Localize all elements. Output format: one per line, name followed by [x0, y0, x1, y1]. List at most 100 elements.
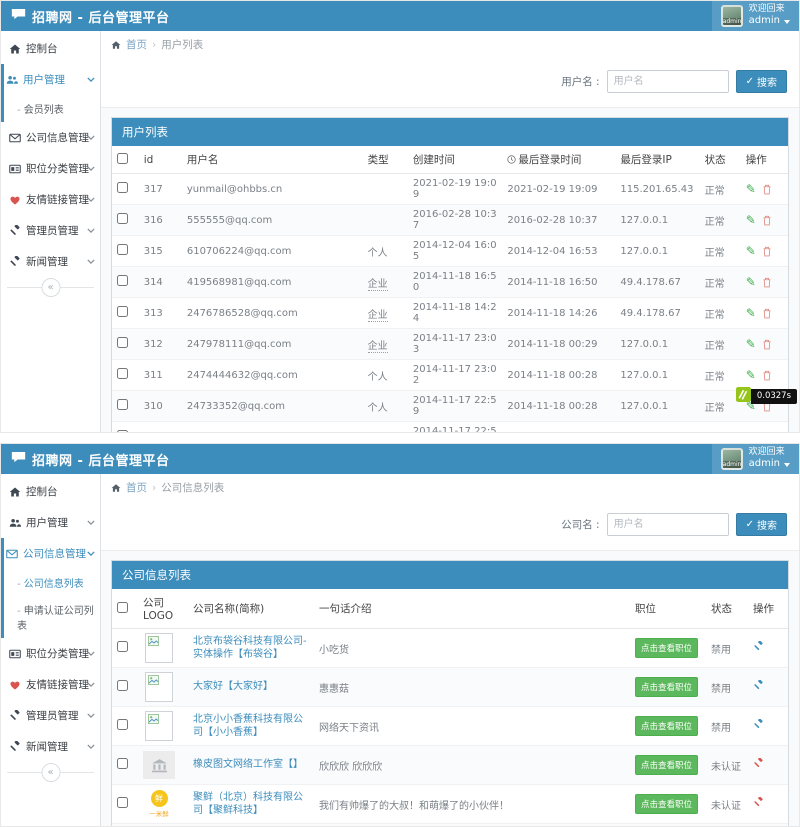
select-all-checkbox[interactable]	[117, 153, 128, 164]
user-menu[interactable]: admin 欢迎回来 admin	[712, 444, 799, 474]
sidebar-collapse-button[interactable]: «	[41, 278, 60, 297]
edit-icon[interactable]: ✎	[746, 213, 756, 227]
row-checkbox[interactable]	[117, 719, 128, 730]
company-logo: 鲜 一米鲜 威盘股	[143, 672, 175, 702]
search-button[interactable]: ✓ 搜索	[736, 513, 787, 536]
row-checkbox[interactable]	[117, 182, 128, 193]
avatar: admin	[721, 448, 743, 470]
wrench-icon[interactable]	[753, 641, 764, 652]
edit-icon[interactable]: ✎	[746, 182, 756, 196]
sidebar-group-users[interactable]: 用户管理	[1, 507, 100, 538]
company-status: 禁用	[706, 668, 748, 707]
search-label: 用户名 :	[561, 74, 599, 89]
row-checkbox[interactable]	[117, 641, 128, 652]
edit-icon[interactable]: ✎	[746, 430, 756, 433]
row-checkbox[interactable]	[117, 758, 128, 769]
trash-icon[interactable]	[762, 370, 772, 381]
edit-icon[interactable]: ✎	[746, 275, 756, 289]
sidebar-group-positions[interactable]: 职位分类管理	[1, 638, 100, 669]
row-checkbox[interactable]	[117, 430, 128, 433]
company-name[interactable]: 橡皮图文网络工作室【】	[193, 759, 303, 770]
yimixian-logo: 鲜 一米鲜	[149, 790, 169, 818]
company-row: 鲜 一米鲜 威盘股 聚鲜（北京）科技有限公司【聚鲜科技】	[112, 785, 788, 824]
trash-icon[interactable]	[762, 184, 772, 195]
row-checkbox[interactable]	[117, 368, 128, 379]
gavel-icon	[9, 741, 21, 753]
view-jobs-button[interactable]: 点击查看职位	[635, 677, 698, 697]
edit-icon[interactable]: ✎	[746, 244, 756, 258]
sidebar-group-users[interactable]: 用户管理	[4, 64, 100, 95]
trash-icon[interactable]	[762, 246, 772, 257]
brand[interactable]: 招聘网 - 后台管理平台	[1, 444, 179, 474]
row-checkbox[interactable]	[117, 275, 128, 286]
debug-badge[interactable]: 0.0327s	[736, 387, 797, 406]
sidebar-group-company-info[interactable]: 公司信息管理	[1, 122, 100, 153]
company-logo: 鲜 一米鲜 威盘股	[143, 711, 175, 741]
wrench-icon[interactable]	[753, 797, 764, 808]
sidebar-group-company-info[interactable]: 公司信息管理	[4, 538, 100, 569]
company-name[interactable]: 北京布袋谷科技有限公司-实体操作【布袋谷】	[193, 636, 307, 661]
user-list-panel: 用户列表 id 用户名 类型	[111, 117, 789, 433]
user-id: 316	[139, 205, 182, 236]
edit-icon[interactable]: ✎	[746, 337, 756, 351]
company-name[interactable]: 聚鲜（北京）科技有限公司【聚鲜科技】	[193, 792, 303, 817]
sidebar-group-admins[interactable]: 管理员管理	[1, 700, 100, 731]
sidebar-group-news[interactable]: 新闻管理	[1, 731, 100, 762]
search-button[interactable]: ✓ 搜索	[736, 70, 787, 93]
sidebar-group-positions[interactable]: 职位分类管理	[1, 153, 100, 184]
user-status: 正常	[700, 298, 741, 329]
row-checkbox[interactable]	[117, 337, 128, 348]
view-jobs-button[interactable]: 点击查看职位	[635, 638, 698, 658]
sidebar-item-company-apply-list[interactable]: 申请认证公司列表	[4, 596, 100, 638]
search-input[interactable]	[607, 513, 729, 536]
company-status: 禁用	[706, 629, 748, 668]
sidebar-item-console[interactable]: 控制台	[1, 476, 100, 507]
company-row: 鲜 一米鲜 威盘股 广东问云互联网科技有限公司【问云科技】	[112, 824, 788, 827]
user-last-login-time: 2014-11-18 00:28	[502, 360, 615, 391]
company-name[interactable]: 大家好【大家好】	[193, 681, 273, 692]
trash-icon[interactable]	[762, 432, 772, 433]
view-jobs-button[interactable]: 点击查看职位	[635, 755, 698, 775]
view-jobs-button[interactable]: 点击查看职位	[635, 794, 698, 814]
trash-icon[interactable]	[762, 277, 772, 288]
breadcrumb-home[interactable]: 首页	[126, 37, 147, 52]
sidebar-group-links[interactable]: 友情链接管理	[1, 184, 100, 215]
wrench-icon[interactable]	[753, 758, 764, 769]
user-menu[interactable]: admin 欢迎回来 admin	[712, 1, 799, 31]
brand[interactable]: 招聘网 - 后台管理平台	[1, 1, 179, 31]
company-status: 未认证	[706, 824, 748, 827]
sidebar-item-member-list[interactable]: 会员列表	[4, 95, 100, 122]
view-jobs-button[interactable]: 点击查看职位	[635, 716, 698, 736]
trash-icon[interactable]	[762, 215, 772, 226]
sidebar-collapse-button[interactable]: «	[41, 763, 60, 782]
edit-icon[interactable]: ✎	[746, 306, 756, 320]
debug-time: 0.0327s	[751, 389, 797, 404]
navbar: 招聘网 - 后台管理平台 admin 欢迎回来 admin	[1, 1, 799, 31]
gavel-icon	[9, 225, 21, 237]
row-checkbox[interactable]	[117, 213, 128, 224]
trash-icon[interactable]	[762, 339, 772, 350]
chevron-down-icon	[87, 77, 95, 82]
row-checkbox[interactable]	[117, 244, 128, 255]
search-input[interactable]	[607, 70, 729, 93]
breadcrumb-home[interactable]: 首页	[126, 480, 147, 495]
user-status: 正常	[700, 236, 741, 267]
breadcrumb-current: 用户列表	[161, 37, 203, 52]
sidebar-group-admins[interactable]: 管理员管理	[1, 215, 100, 246]
wrench-icon[interactable]	[753, 719, 764, 730]
sidebar-group-news[interactable]: 新闻管理	[1, 246, 100, 277]
sidebar-item-console[interactable]: 控制台	[1, 33, 100, 64]
trash-icon[interactable]	[762, 308, 772, 319]
row-checkbox[interactable]	[117, 399, 128, 410]
row-checkbox[interactable]	[117, 306, 128, 317]
user-id: 312	[139, 329, 182, 360]
row-checkbox[interactable]	[117, 680, 128, 691]
row-checkbox[interactable]	[117, 797, 128, 808]
sidebar-group-links[interactable]: 友情链接管理	[1, 669, 100, 700]
wrench-icon[interactable]	[753, 680, 764, 691]
select-all-checkbox[interactable]	[117, 602, 128, 613]
edit-icon[interactable]: ✎	[746, 368, 756, 382]
company-name[interactable]: 北京小小香蕉科技有限公司【小小香蕉】	[193, 714, 303, 739]
user-id: 315	[139, 236, 182, 267]
sidebar-item-company-info-list[interactable]: 公司信息列表	[4, 569, 100, 596]
